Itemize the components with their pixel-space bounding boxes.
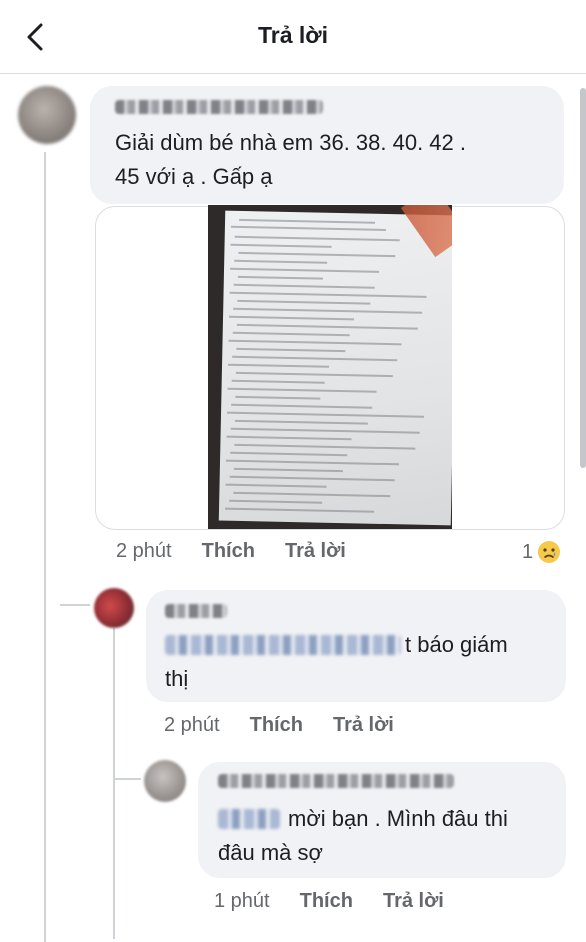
paper-text-line (227, 387, 377, 393)
like-button[interactable]: Thích (300, 890, 353, 913)
paper-text-line (229, 291, 427, 298)
paper-text-line (230, 267, 380, 273)
like-button[interactable]: Thích (202, 540, 255, 563)
sad-emoji-icon (538, 541, 561, 563)
commenter-name[interactable] (115, 100, 323, 114)
exam-paper-photo[interactable] (208, 205, 452, 529)
comment-actions: 2 phút Thích Trả lời (164, 714, 424, 737)
paper-text-line (234, 235, 400, 242)
paper-text-line (232, 331, 350, 337)
comment-actions: 2 phút Thích Trả lời (116, 540, 376, 563)
comment-text: t báo giám thị (165, 632, 508, 691)
paper-text-line (233, 467, 343, 473)
paper-text-line (235, 371, 393, 378)
page-title: Trả lời (257, 22, 329, 48)
paper-text-line (227, 411, 425, 418)
thread-connector-nested (115, 778, 141, 780)
paper-text-line (225, 507, 375, 513)
paper-text-line (231, 379, 325, 384)
paper-text-line (228, 339, 402, 346)
like-button[interactable]: Thích (250, 714, 303, 737)
paper-text-line (228, 363, 330, 368)
paper-text-line (226, 459, 400, 466)
paper-text-line (230, 451, 348, 457)
paper-text-line (233, 491, 391, 498)
scrollbar[interactable] (580, 88, 586, 468)
comment-text: mời bạn . Mình đâu thi đâu mà sợ (218, 806, 508, 865)
paper-text-line (234, 259, 328, 264)
paper-text-line (230, 225, 386, 231)
paper-text-line (237, 275, 323, 280)
avatar[interactable] (94, 588, 134, 628)
paper-text-line (229, 315, 355, 321)
paper-text-line (235, 395, 321, 400)
paper-text-line (238, 251, 396, 258)
top-bar: Trả lời (0, 0, 586, 74)
thread-line-nested (113, 628, 115, 939)
reaction-count: 1 (522, 540, 534, 563)
tagged-name[interactable] (218, 809, 280, 829)
paper-text-line (229, 475, 395, 482)
paper-text-line (232, 355, 398, 362)
paper-text-line (234, 419, 368, 425)
reply-button[interactable]: Trả lời (285, 540, 346, 563)
thread-line (44, 152, 46, 942)
tagged-name[interactable] (165, 635, 401, 655)
paper-text-line (239, 218, 376, 224)
comment-time: 2 phút (116, 540, 172, 562)
paper-text-line (236, 323, 418, 330)
paper-text-line (233, 283, 375, 289)
commenter-name[interactable] (218, 774, 454, 788)
comment-actions: 1 phút Thích Trả lời (214, 890, 474, 913)
reply-button[interactable]: Trả lời (383, 890, 444, 913)
exam-paper-image (218, 210, 452, 526)
comment-time: 1 phút (214, 890, 270, 912)
paper-text-line (237, 299, 371, 305)
reply-button[interactable]: Trả lời (333, 714, 394, 737)
thread-connector (60, 604, 90, 606)
commenter-name[interactable] (165, 604, 227, 618)
paper-text-line (231, 403, 373, 409)
comment-time: 2 phút (164, 714, 220, 736)
avatar[interactable] (18, 86, 76, 144)
avatar[interactable] (144, 760, 186, 802)
paper-text-line (225, 483, 327, 488)
paper-text-line (230, 243, 332, 248)
paper-text-line (233, 307, 423, 314)
paper-text-line (226, 435, 352, 441)
reaction-summary[interactable]: 1 (522, 540, 561, 564)
paper-text-line (229, 499, 323, 504)
comment-text: Giải dùm bé nhà em 36. 38. 40. 42 . 45 v… (115, 130, 467, 189)
paper-text-line (234, 443, 416, 450)
paper-text-line (236, 347, 346, 353)
paper-text-line (230, 427, 420, 434)
